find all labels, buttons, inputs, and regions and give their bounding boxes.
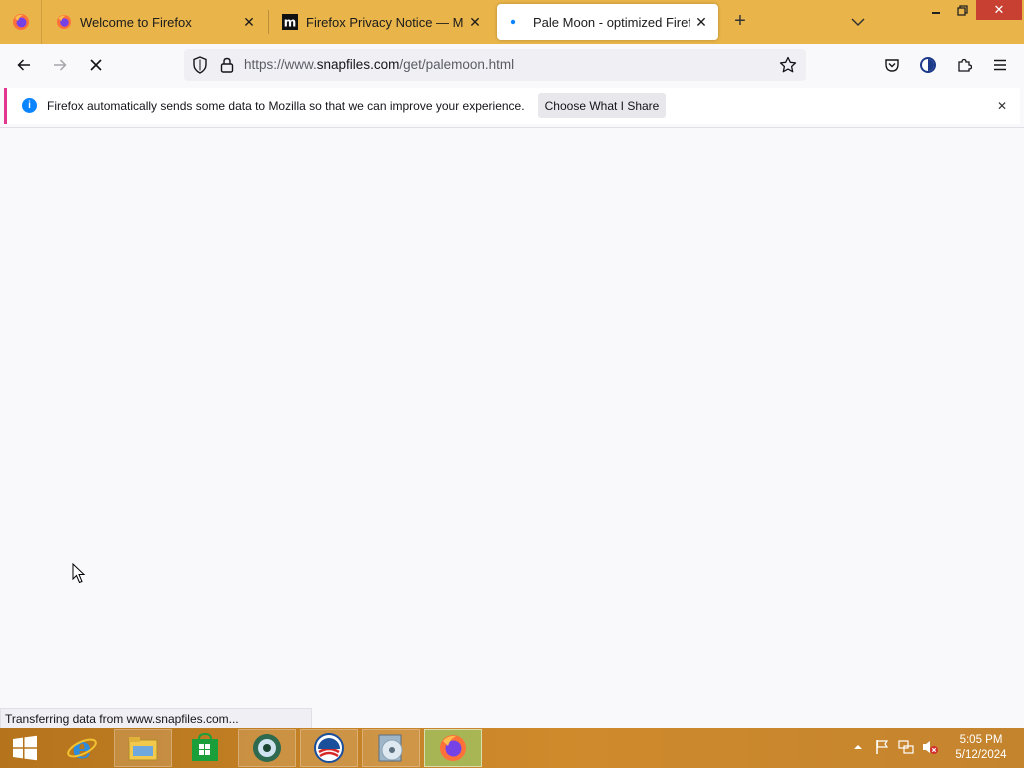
taskbar-clock[interactable]: 5:05 PM 5/12/2024 <box>948 733 1014 763</box>
flag-icon <box>876 740 889 754</box>
file-explorer-icon <box>128 737 158 761</box>
network-icon <box>898 740 914 754</box>
hamburger-menu-icon <box>994 59 1006 71</box>
navigation-toolbar: https://www.snapfiles.com/get/palemoon.h… <box>0 44 1024 86</box>
close-icon: ✕ <box>996 99 1008 113</box>
taskbar-internet-explorer[interactable]: e <box>53 729 111 767</box>
taskbar-media-player[interactable] <box>238 729 296 767</box>
page-content[interactable] <box>0 128 1024 728</box>
pocket-button[interactable] <box>877 50 907 80</box>
account-icon <box>920 57 936 73</box>
tab-pale-moon[interactable]: Pale Moon - optimized Firefox b ✕ <box>497 4 718 40</box>
taskbar-campaign-app[interactable] <box>300 729 358 767</box>
windows-taskbar: e 5:05 PM 5/12/2024 <box>0 728 1024 768</box>
chevron-down-icon <box>851 18 865 27</box>
back-button[interactable] <box>9 50 39 80</box>
close-tab-icon[interactable]: ✕ <box>238 11 260 33</box>
notification-message: Firefox automatically sends some data to… <box>47 99 525 113</box>
shield-icon[interactable] <box>190 55 210 75</box>
volume-tray[interactable] <box>921 738 939 756</box>
restore-button[interactable] <box>950 0 974 20</box>
arrow-right-icon <box>54 59 67 71</box>
windows-logo-icon <box>13 735 37 761</box>
mozilla-m-icon: m <box>282 14 298 30</box>
media-player-icon <box>253 734 281 762</box>
tab-separator <box>268 10 269 34</box>
url-bar[interactable]: https://www.snapfiles.com/get/palemoon.h… <box>184 49 806 81</box>
star-icon[interactable] <box>778 55 798 75</box>
extensions-button[interactable] <box>949 50 979 80</box>
url-path: /get/palemoon.html <box>399 57 515 72</box>
action-center-tray[interactable] <box>873 738 891 756</box>
tab-privacy-notice[interactable]: m Firefox Privacy Notice — Mozilla ✕ <box>270 0 492 44</box>
network-tray[interactable] <box>897 738 915 756</box>
taskbar-file-explorer[interactable] <box>114 729 172 767</box>
menu-button[interactable] <box>985 50 1015 80</box>
tab-title: Firefox Privacy Notice — Mozilla <box>306 14 464 30</box>
cd-burner-icon <box>378 734 403 762</box>
start-button[interactable] <box>0 728 50 768</box>
info-icon: i <box>22 98 37 113</box>
chevron-up-icon <box>854 745 862 749</box>
close-tab-icon[interactable]: ✕ <box>464 11 486 33</box>
svg-text:e: e <box>72 732 91 764</box>
close-notification-button[interactable]: ✕ <box>992 96 1012 116</box>
taskbar-cd-burner[interactable] <box>362 729 420 767</box>
url-prefix: https://www. <box>244 57 317 72</box>
status-panel: Transferring data from www.snapfiles.com… <box>0 708 312 728</box>
stop-x-icon <box>90 59 102 71</box>
url-text[interactable]: https://www.snapfiles.com/get/palemoon.h… <box>244 57 514 72</box>
tab-strip: Welcome to Firefox ✕ m Firefox Privacy N… <box>0 0 1024 44</box>
url-host: snapfiles.com <box>316 57 400 72</box>
new-tab-button[interactable]: + <box>728 11 752 33</box>
firefox-icon <box>57 15 71 29</box>
tab-title: Pale Moon - optimized Firefox b <box>533 14 690 30</box>
tab-welcome[interactable]: Welcome to Firefox ✕ <box>44 0 266 44</box>
restore-icon <box>956 4 968 16</box>
minimize-button[interactable] <box>922 0 950 20</box>
pocket-icon <box>885 59 899 72</box>
taskbar-firefox[interactable] <box>424 729 482 767</box>
lock-icon[interactable] <box>217 55 237 75</box>
choose-what-i-share-button[interactable]: Choose What I Share <box>538 93 666 118</box>
forward-button[interactable] <box>45 50 75 80</box>
stop-button[interactable] <box>81 50 111 80</box>
mouse-cursor-icon <box>72 563 86 584</box>
close-icon: ✕ <box>993 2 1005 17</box>
firefox-view-button[interactable] <box>0 0 42 44</box>
puzzle-icon <box>958 58 972 72</box>
minimize-icon <box>932 12 940 14</box>
show-hidden-icons-button[interactable] <box>849 738 867 756</box>
obama-app-icon <box>314 733 344 763</box>
taskbar-store[interactable] <box>176 729 234 767</box>
clock-date: 5/12/2024 <box>955 749 1007 761</box>
svg-text:m: m <box>284 16 297 30</box>
internet-explorer-icon: e <box>67 732 97 764</box>
tab-title: Welcome to Firefox <box>80 14 192 30</box>
account-button[interactable] <box>913 50 943 80</box>
loading-dot-icon <box>510 19 516 25</box>
firefox-icon <box>12 14 29 30</box>
clock-time: 5:05 PM <box>959 734 1003 746</box>
firefox-icon <box>440 735 466 761</box>
volume-muted-icon <box>923 741 938 754</box>
close-window-button[interactable]: ✕ <box>976 0 1022 20</box>
close-tab-icon[interactable]: ✕ <box>690 11 712 33</box>
data-collection-notification: i Firefox automatically sends some data … <box>4 88 1020 124</box>
arrow-left-icon <box>17 59 30 71</box>
store-icon <box>192 733 218 761</box>
list-all-tabs-button[interactable] <box>846 11 870 33</box>
